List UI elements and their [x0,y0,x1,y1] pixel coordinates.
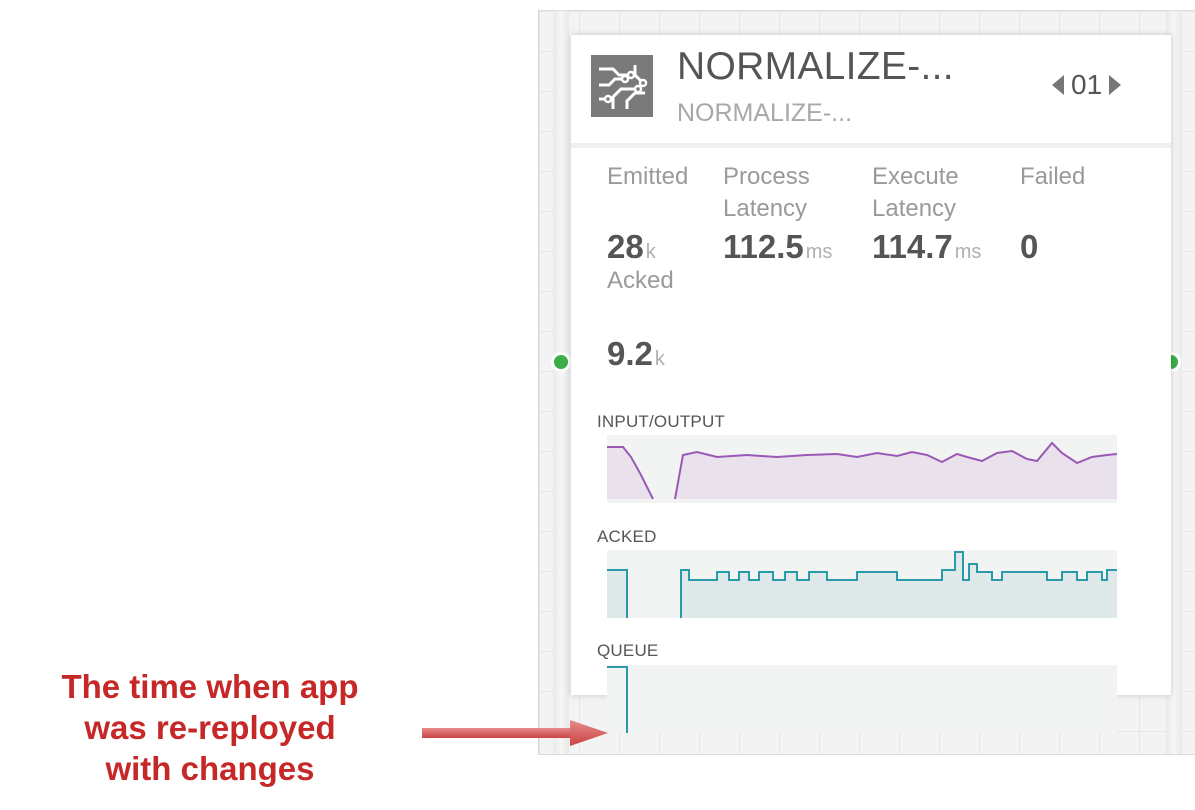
annotation-arrow-icon [422,720,608,746]
instance-number: 01 [1071,69,1103,100]
queue-sparkline [607,665,1117,733]
card-header: NORMALIZE-... NORMALIZE-... 01 [571,35,1171,148]
queue-line [607,666,628,733]
failed-label: Failed [1020,163,1086,190]
canvas-edge-left [553,11,569,754]
acked-sparkline [607,550,1117,618]
execute-latency-value: 114.7 ms [872,228,982,265]
process-latency-value: 112.5 ms [723,228,833,265]
input-port[interactable] [551,352,571,372]
failed-value: 0 [1020,228,1039,265]
input-output-label: INPUT/OUTPUT [597,412,726,431]
execute-latency-label-line2: Latency [872,195,957,222]
instance-navigator: 01 [1049,67,1124,103]
annotation-line3: with changes [105,750,315,787]
next-instance-icon[interactable] [1106,67,1124,103]
acked-label: Acked [607,267,674,294]
execute-latency-label: Execute Latency [872,161,959,225]
node-subtitle: NORMALIZE-... [677,99,853,127]
acked-section-label: ACKED [597,527,657,546]
execute-latency-label-line1: Execute [872,163,959,190]
annotation-line1: The time when app [61,668,359,705]
input-output-fill [607,443,1117,499]
prev-instance-icon[interactable] [1049,67,1067,103]
queue-label: QUEUE [597,641,659,660]
process-latency-label-line1: Process [723,163,810,190]
acked-value: 9.2 k [607,335,665,372]
process-latency-label-line2: Latency [723,195,808,222]
processor-node-card[interactable]: NORMALIZE-... NORMALIZE-... 01 Emitted P… [571,35,1171,733]
node-title: NORMALIZE-... [677,45,954,88]
emitted-label: Emitted [607,163,689,190]
acked-fill [607,552,1117,618]
emitted-value: 28 k [607,228,656,265]
processor-circuit-icon [591,55,653,117]
annotation-line2: was re-reployed [84,709,336,746]
process-latency-label: Process Latency [723,161,810,225]
annotation-text: The time when app was re-reployed with c… [0,666,420,789]
input-output-sparkline [607,435,1118,503]
